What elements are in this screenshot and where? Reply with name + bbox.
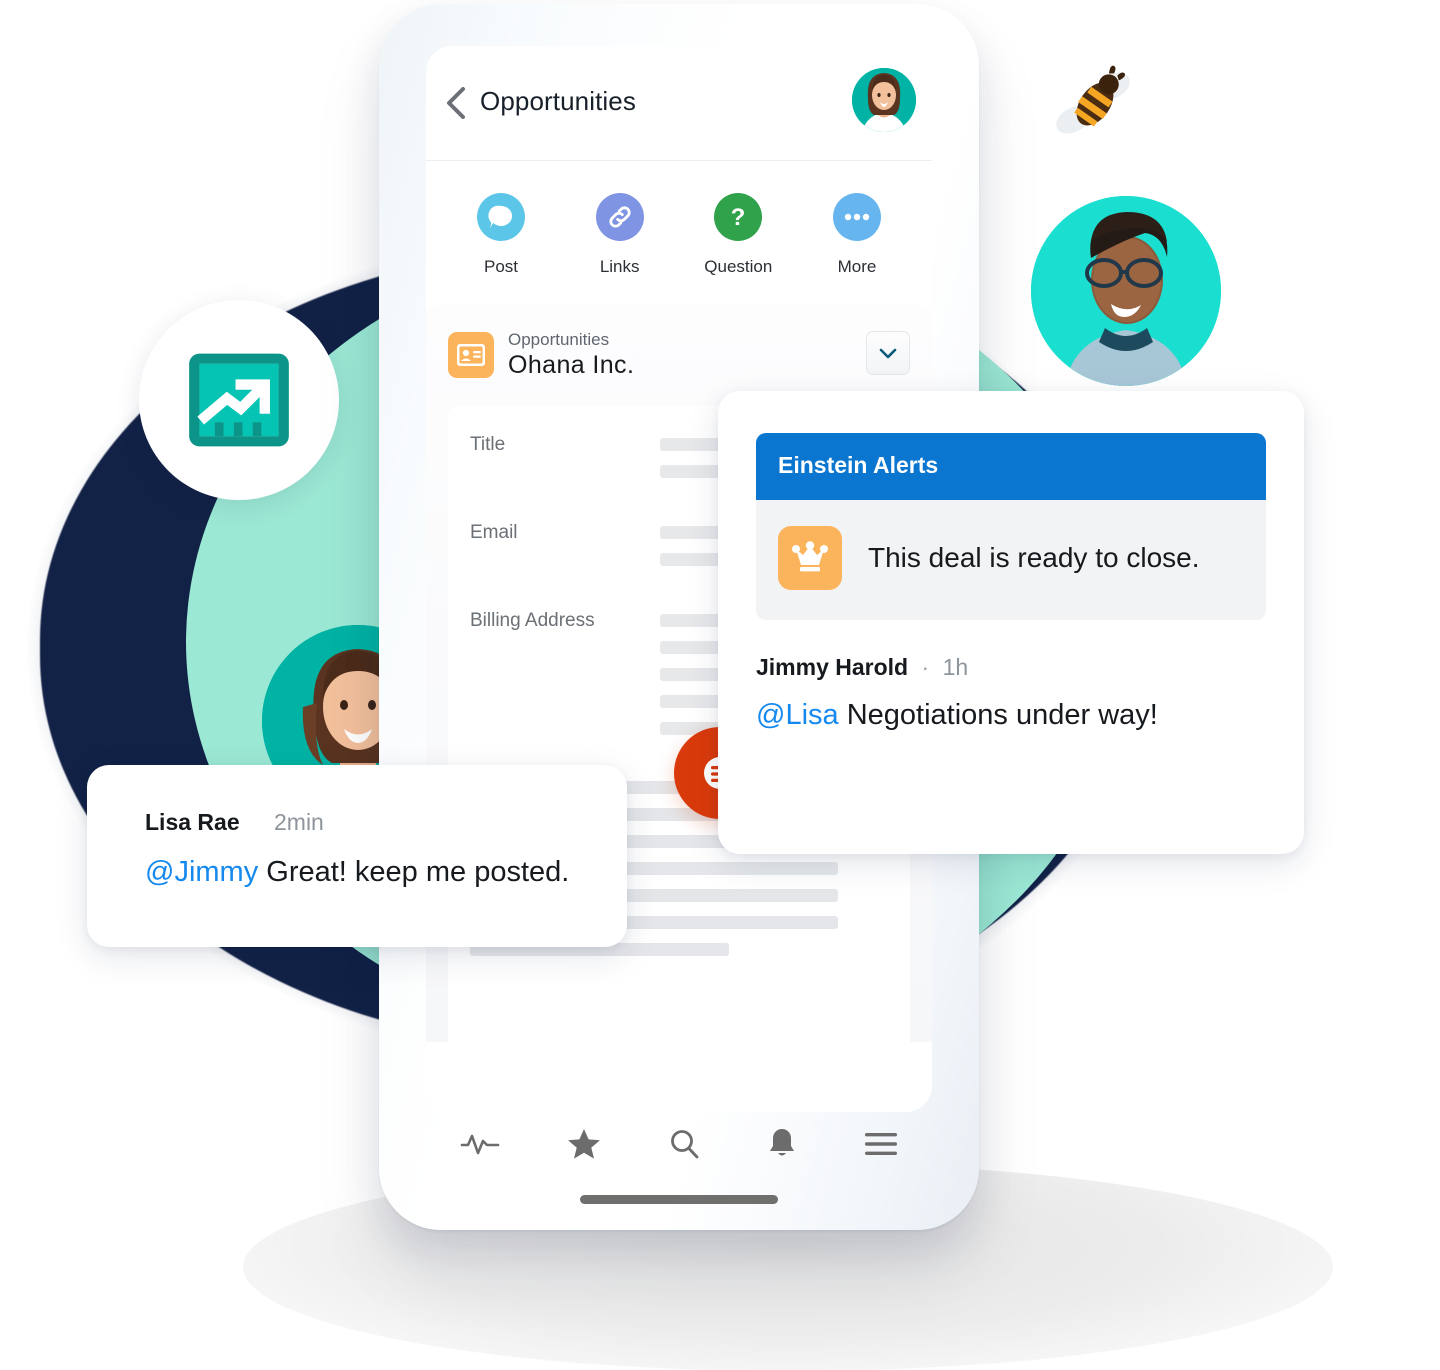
comment-timestamp: 2min [274, 809, 324, 835]
trending-chart-icon [189, 353, 289, 447]
crown-icon-tile [778, 526, 842, 590]
more-icon-circle [832, 193, 881, 241]
bell-icon [770, 1129, 795, 1156]
comment-meta: Lisa Rae 2min [87, 765, 627, 836]
man-avatar [1031, 196, 1221, 386]
einstein-alert-text: This deal is ready to close. [868, 542, 1200, 573]
nav-item-search[interactable] [668, 1128, 700, 1160]
nav-item-menu[interactable] [864, 1131, 898, 1157]
bottom-navigation [426, 1114, 932, 1174]
links-icon-circle [595, 193, 644, 241]
nav-item-favorites[interactable] [567, 1128, 601, 1160]
comment-author: Lisa Rae [145, 809, 240, 835]
quick-action-label: Links [599, 257, 640, 276]
field-label-email: Email [470, 522, 518, 544]
post-message: @Lisa Negotiations under way! [718, 699, 1304, 732]
back-chevron-icon[interactable] [443, 86, 469, 120]
einstein-alert-body[interactable]: This deal is ready to close. [756, 500, 1266, 620]
nav-item-notifications[interactable] [767, 1127, 797, 1161]
man-with-glasses-avatar [1031, 196, 1221, 386]
lisa-comment-card: Lisa Rae 2min @Jimmy Great! keep me post… [87, 765, 627, 947]
comment-message: @Jimmy Great! keep me posted. [87, 836, 627, 889]
einstein-alerts-card: Einstein Alerts This deal is ready to cl… [718, 391, 1304, 854]
chart-icon-badge [139, 300, 339, 500]
ellipsis-icon [844, 213, 870, 221]
svg-text:?: ? [731, 204, 746, 231]
field-label-title: Title [470, 434, 506, 456]
record-expand-button[interactable] [866, 331, 910, 375]
home-indicator [580, 1195, 778, 1204]
quick-action-more[interactable]: More [802, 193, 912, 277]
quick-action-label: More [837, 257, 877, 276]
quick-action-label: Question [704, 257, 773, 276]
field-label-billing-address: Billing Address [470, 610, 595, 632]
chevron-down-icon [879, 348, 897, 358]
page-title: Opportunities [480, 86, 636, 116]
bee-decoration [1051, 64, 1137, 144]
question-icon-circle: ? [714, 193, 763, 241]
link-chain-icon [609, 206, 631, 228]
search-icon [671, 1130, 699, 1159]
post-separator: · [921, 654, 930, 680]
post-message-text: Negotiations under way! [838, 699, 1158, 731]
einstein-banner-title: Einstein Alerts [778, 452, 939, 478]
einstein-banner: Einstein Alerts [756, 433, 1266, 500]
post-meta: Jimmy Harold · 1h [718, 654, 1304, 681]
comment-message-text: Great! keep me posted. [258, 856, 570, 888]
bee-icon [1056, 65, 1130, 134]
star-icon [567, 1129, 600, 1159]
quick-action-links[interactable]: Links [565, 193, 675, 277]
woman-avatar-small [852, 68, 916, 132]
pulse-icon [460, 1134, 499, 1155]
chat-bubble-icon [488, 205, 513, 228]
record-icon-tile [448, 331, 494, 378]
quick-action-label: Post [483, 257, 519, 276]
post-author: Jimmy Harold [756, 654, 909, 680]
einstein-alert-block: Einstein Alerts This deal is ready to cl… [718, 391, 1304, 620]
record-name: Ohana Inc. [508, 351, 635, 380]
quick-action-question[interactable]: ? Question [683, 193, 793, 277]
header-avatar[interactable] [852, 68, 916, 132]
record-object-label: Opportunities [508, 330, 610, 349]
comment-mention[interactable]: @Jimmy [145, 856, 258, 888]
record-header: Opportunities Ohana Inc. [448, 329, 910, 380]
quick-actions-bar: Post Links ? Question More [426, 161, 932, 299]
app-header: Opportunities [426, 46, 932, 161]
post-mention[interactable]: @Lisa [756, 699, 839, 731]
hamburger-menu-icon [865, 1133, 898, 1155]
quick-action-post[interactable]: Post [446, 193, 556, 277]
crown-icon [792, 541, 828, 572]
question-mark-icon: ? [731, 204, 746, 231]
nav-item-activity[interactable] [460, 1131, 500, 1157]
record-titles: Opportunities Ohana Inc. [508, 329, 634, 380]
empty-card[interactable] [470, 980, 888, 1043]
contact-card-icon [457, 343, 485, 366]
post-timestamp: 1h [942, 654, 969, 680]
hero-illustration: Opportunities Post Links ? Question More… [0, 0, 1440, 1370]
post-icon-circle [477, 193, 525, 241]
